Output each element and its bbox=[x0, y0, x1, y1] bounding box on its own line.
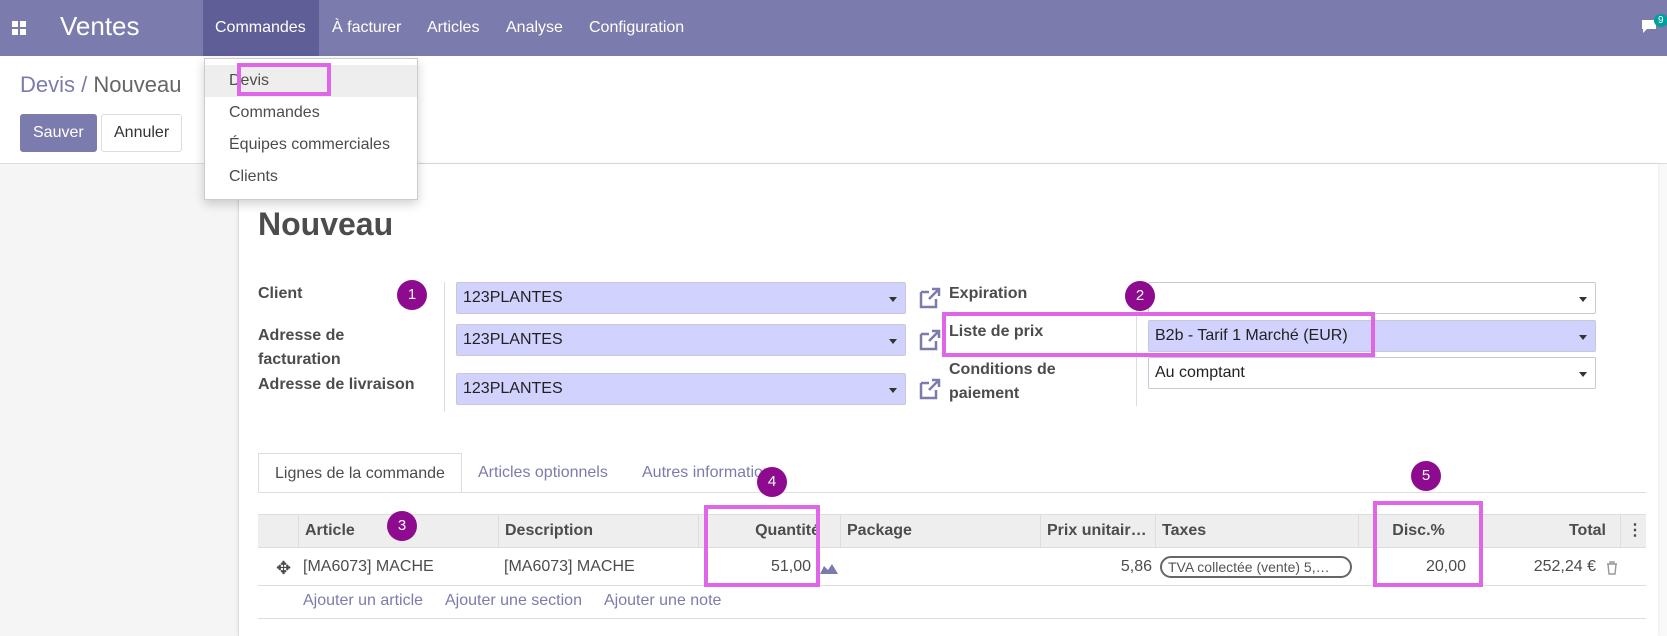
menu-analyse[interactable]: Analyse bbox=[494, 0, 575, 56]
row-divider bbox=[258, 585, 1646, 586]
payment-terms-value: Au comptant bbox=[1155, 364, 1245, 381]
client-label: Client bbox=[258, 285, 303, 302]
external-link-icon[interactable] bbox=[918, 328, 942, 352]
delivery-address-label: Adresse de livraison bbox=[258, 376, 415, 393]
client-field[interactable]: 123PLANTES bbox=[456, 282, 906, 314]
cell-package[interactable] bbox=[846, 554, 1036, 580]
menu-a-facturer[interactable]: À facturer bbox=[320, 0, 413, 56]
app-title: Ventes bbox=[60, 11, 140, 41]
commandes-dropdown-menu: Devis Commandes Équipes commerciales Cli… bbox=[204, 58, 418, 200]
payment-terms-label: Conditions de paiement bbox=[949, 361, 1056, 402]
column-header-price[interactable]: Prix unitair… bbox=[1040, 515, 1155, 547]
column-header-package[interactable]: Package bbox=[840, 515, 1040, 547]
menu-commandes[interactable]: Commandes bbox=[203, 0, 319, 56]
delivery-address-value: 123PLANTES bbox=[463, 380, 563, 397]
chevron-down-icon bbox=[1579, 335, 1587, 340]
breadcrumb-separator: / bbox=[75, 72, 94, 97]
column-header-description[interactable]: Description bbox=[498, 515, 698, 547]
annotation-marker-1: 1 bbox=[397, 280, 427, 310]
cell-article[interactable]: [MA6073] MACHE bbox=[303, 554, 493, 580]
tab-order-lines[interactable]: Lignes de la commande bbox=[258, 453, 462, 493]
save-button[interactable]: Sauver bbox=[20, 114, 97, 152]
column-separator bbox=[444, 282, 445, 412]
client-value: 123PLANTES bbox=[463, 289, 563, 306]
cell-discount[interactable]: 20,00 bbox=[1376, 554, 1466, 580]
chevron-down-icon bbox=[1579, 297, 1587, 302]
pricelist-label: Liste de prix bbox=[949, 323, 1044, 340]
menu-articles[interactable]: Articles bbox=[415, 0, 491, 56]
annotation-marker-3: 3 bbox=[387, 511, 417, 541]
chat-badge: 9 bbox=[1654, 14, 1667, 27]
trash-icon[interactable] bbox=[1606, 561, 1618, 575]
add-product-link[interactable]: Ajouter un article bbox=[303, 592, 423, 610]
row-divider bbox=[258, 618, 1646, 619]
annotation-marker-5: 5 bbox=[1411, 461, 1441, 491]
tab-optional-products[interactable]: Articles optionnels bbox=[462, 453, 624, 493]
expiration-field[interactable] bbox=[1148, 282, 1596, 314]
breadcrumb-parent[interactable]: Devis bbox=[20, 72, 75, 97]
apps-grid-icon[interactable] bbox=[12, 21, 26, 35]
cancel-button[interactable]: Annuler bbox=[101, 114, 183, 152]
cell-total: 252,24 € bbox=[1533, 558, 1596, 575]
dropdown-item-equipes[interactable]: Équipes commerciales bbox=[205, 129, 417, 161]
dropdown-item-clients[interactable]: Clients bbox=[205, 161, 417, 193]
tax-tag[interactable]: TVA collectée (vente) 5,… bbox=[1160, 556, 1352, 578]
column-header-taxes[interactable]: Taxes bbox=[1155, 515, 1355, 547]
tabs-divider bbox=[258, 492, 1646, 493]
top-navbar: Ventes Commandes À facturer Articles Ana… bbox=[0, 0, 1667, 56]
invoice-address-field[interactable]: 123PLANTES bbox=[456, 324, 906, 356]
cell-quantity[interactable]: 51,00 bbox=[700, 554, 811, 580]
add-section-link[interactable]: Ajouter une section bbox=[445, 592, 582, 610]
forecast-chart-icon[interactable] bbox=[820, 562, 838, 574]
left-background bbox=[0, 164, 238, 636]
column-header-total[interactable]: Total bbox=[1480, 515, 1620, 547]
annotation-marker-2: 2 bbox=[1125, 281, 1155, 311]
breadcrumb: Devis / Nouveau bbox=[20, 72, 181, 98]
dropdown-item-devis[interactable]: Devis bbox=[205, 65, 417, 97]
chevron-down-icon bbox=[889, 388, 897, 393]
breadcrumb-current: Nouveau bbox=[93, 72, 182, 97]
delivery-address-field[interactable]: 123PLANTES bbox=[456, 373, 906, 405]
column-options-icon[interactable]: ⋮ bbox=[1620, 515, 1646, 547]
chevron-down-icon bbox=[889, 297, 897, 302]
external-link-icon[interactable] bbox=[918, 286, 942, 310]
cell-price[interactable]: 5,86 bbox=[1040, 554, 1152, 580]
chevron-down-icon bbox=[889, 339, 897, 344]
column-header-quantity[interactable]: Quantité bbox=[698, 515, 836, 547]
document-title: Nouveau bbox=[258, 206, 394, 242]
cell-description[interactable]: [MA6073] MACHE bbox=[504, 554, 694, 580]
expiration-label: Expiration bbox=[949, 285, 1028, 302]
column-header-discount[interactable]: Disc.% bbox=[1358, 515, 1478, 547]
external-link-icon[interactable] bbox=[918, 377, 942, 401]
dropdown-item-commandes[interactable]: Commandes bbox=[205, 97, 417, 129]
pricelist-field[interactable]: B2b - Tarif 1 Marché (EUR) bbox=[1148, 320, 1596, 352]
add-note-link[interactable]: Ajouter une note bbox=[604, 592, 721, 610]
pricelist-value: B2b - Tarif 1 Marché (EUR) bbox=[1155, 327, 1348, 344]
chevron-down-icon bbox=[1579, 372, 1587, 377]
menu-configuration[interactable]: Configuration bbox=[577, 0, 696, 56]
invoice-address-value: 123PLANTES bbox=[463, 331, 563, 348]
invoice-address-label: Adresse de facturation bbox=[258, 327, 345, 368]
payment-terms-field[interactable]: Au comptant bbox=[1148, 357, 1596, 389]
drag-handle-icon[interactable]: ✥ bbox=[276, 555, 291, 581]
annotation-marker-4: 4 bbox=[757, 467, 787, 497]
table-header: Article Description Quantité Package Pri… bbox=[258, 514, 1646, 548]
